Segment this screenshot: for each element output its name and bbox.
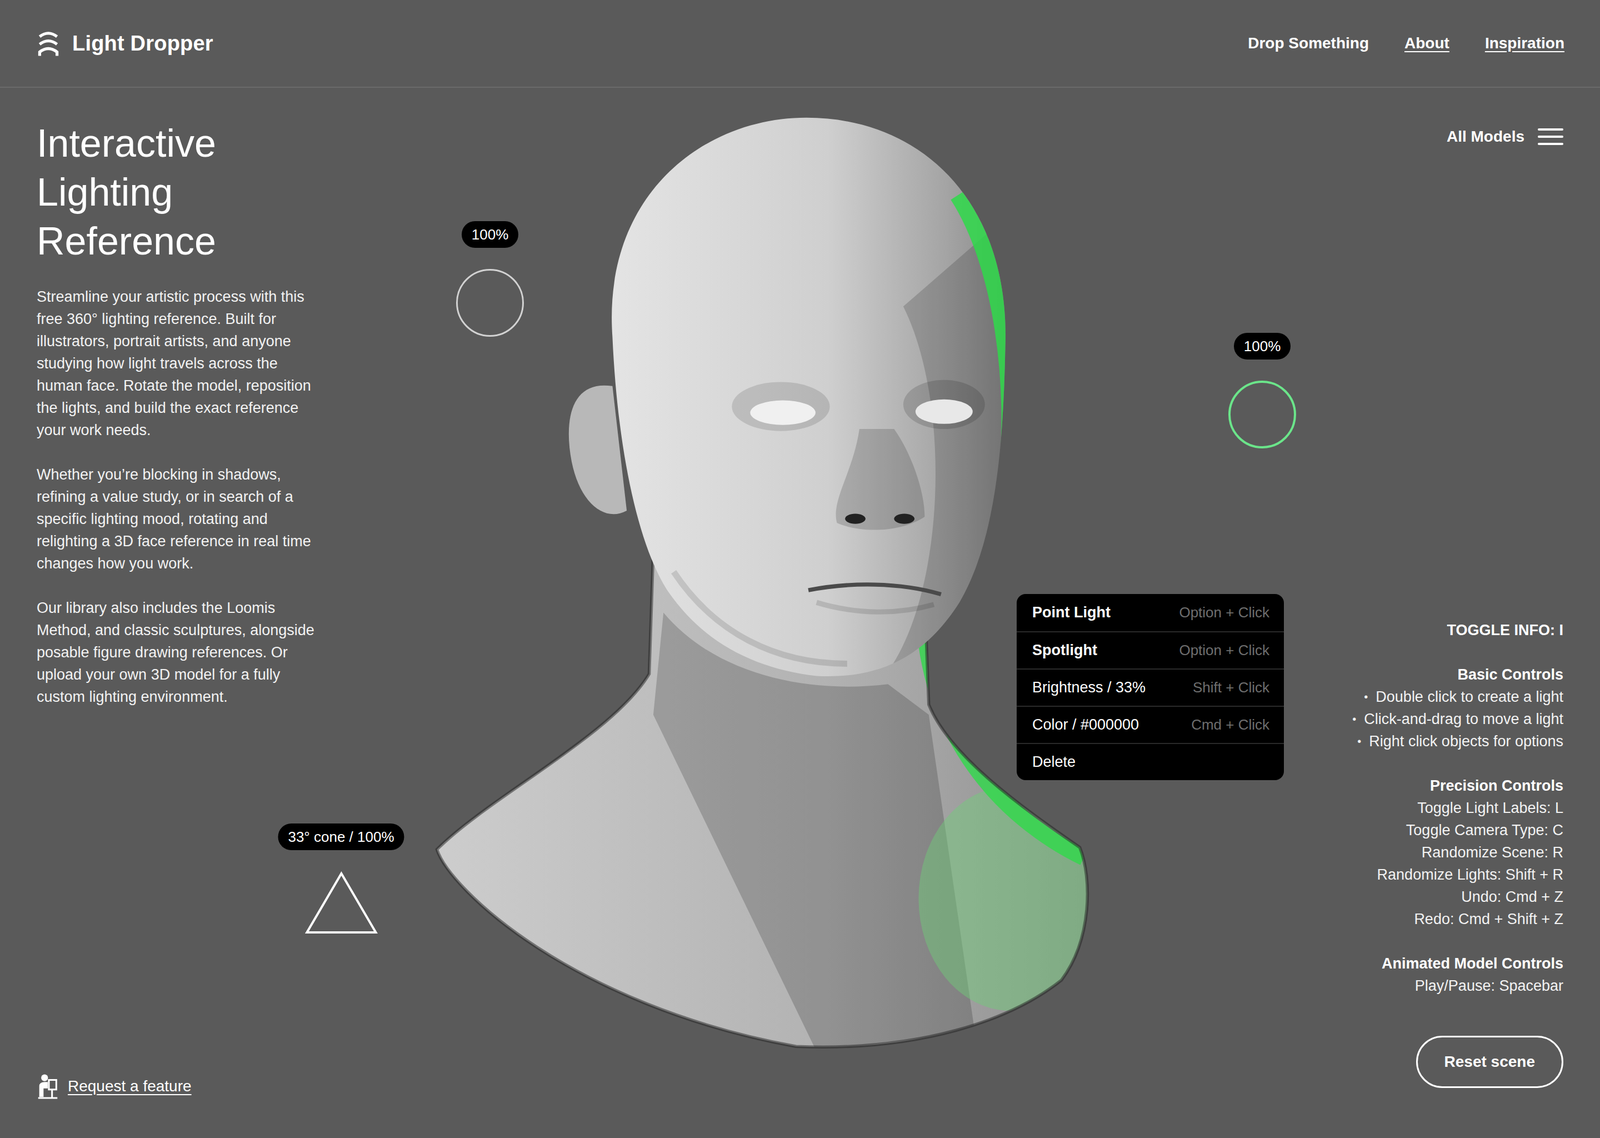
header: Light Dropper Drop Something About Inspirat… xyxy=(0,0,1600,88)
nav-link[interactable]: About xyxy=(1404,34,1450,53)
light-label: 100% xyxy=(461,221,519,248)
nav: Drop Something About Inspiration xyxy=(1247,34,1565,53)
menu-shortcut: Shift + Click xyxy=(1192,678,1270,697)
left-eye xyxy=(750,400,816,425)
info-item: Toggle Camera Type: C xyxy=(1406,818,1564,842)
menu-icon xyxy=(1537,128,1564,145)
head xyxy=(568,117,1021,684)
point-light[interactable]: 100% xyxy=(456,221,524,337)
artist-icon xyxy=(36,1073,59,1099)
stage: Interactive Lighting Reference Streamline… xyxy=(0,87,1600,1138)
all-models-button[interactable]: All Models xyxy=(1446,125,1564,148)
light-label: 100% xyxy=(1233,332,1292,360)
menu-item[interactable]: Delete xyxy=(1016,742,1284,780)
menu-item[interactable]: Brightness / 33%Shift + Click xyxy=(1016,668,1284,706)
info-item: •Right click objects for options xyxy=(1357,730,1564,753)
logo-icon xyxy=(36,28,60,58)
menu-shortcut: Option + Click xyxy=(1178,641,1270,659)
info-item: Randomize Scene: R xyxy=(1421,841,1564,864)
intro-paragraph: Whether you’re blocking in shadows, refi… xyxy=(36,463,320,575)
info-section-title: Basic Controls xyxy=(1457,663,1564,686)
brand-name: Light Dropper xyxy=(72,31,214,56)
info-item: Undo: Cmd + Z xyxy=(1461,885,1564,908)
info-item: •Double click to create a light xyxy=(1363,685,1564,708)
info-section: Basic Controls•Double click to create a … xyxy=(1352,663,1564,753)
controls-panel: TOGGLE INFO: I Basic Controls•Double clic… xyxy=(1352,618,1564,1088)
intro: Interactive Lighting Reference Streamline… xyxy=(36,118,345,730)
intro-paragraph: Our library also includes the Loomis Met… xyxy=(36,596,320,708)
nav-link[interactable]: Inspiration xyxy=(1485,34,1565,53)
info-item: Play/Pause: Spacebar xyxy=(1415,974,1564,997)
spotlight[interactable]: 33° cone / 100% xyxy=(277,823,404,935)
light-label: 33° cone / 100% xyxy=(277,823,404,850)
info-item: Randomize Lights: Shift + R xyxy=(1377,863,1564,886)
brand[interactable]: Light Dropper xyxy=(36,28,214,58)
point-light-icon[interactable] xyxy=(456,268,524,337)
mouth xyxy=(808,584,942,595)
intro-column: Interactive Lighting Reference Streamline… xyxy=(0,87,345,1138)
toggle-info: TOGGLE INFO: I xyxy=(1446,618,1564,642)
point-light[interactable]: 100% xyxy=(1228,332,1297,449)
page-title: Interactive Lighting Reference xyxy=(36,118,345,266)
info-section-title: Precision Controls xyxy=(1430,774,1564,797)
info-item: Redo: Cmd + Shift + Z xyxy=(1413,907,1564,930)
menu-item[interactable]: SpotlightOption + Click xyxy=(1016,631,1284,669)
info: TOGGLE INFO: I Basic Controls•Double clic… xyxy=(1352,618,1564,997)
spotlight-icon[interactable] xyxy=(304,871,378,935)
request-feature-link[interactable]: Request a feature xyxy=(36,1073,345,1099)
context-menu: Point LightOption + ClickSpotlightOption… xyxy=(1016,593,1284,780)
info-section-title: Animated Model Controls xyxy=(1381,952,1564,975)
point-light-icon[interactable] xyxy=(1228,380,1297,449)
app: Light Dropper Drop Something About Inspirat… xyxy=(0,0,1600,1138)
nose xyxy=(836,428,925,530)
info-column: All Models TOGGLE INFO: I Basic Controls•D… xyxy=(1277,87,1600,1138)
menu-shortcut: Cmd + Click xyxy=(1191,716,1270,734)
nav-link[interactable]: Drop Something xyxy=(1247,34,1369,53)
right-eye xyxy=(915,399,973,424)
info-item: Toggle Light Labels: L xyxy=(1417,796,1564,819)
info-section: Animated Model ControlsPlay/Pause: Space… xyxy=(1381,952,1564,997)
menu-shortcut: Option + Click xyxy=(1178,603,1270,622)
head-model[interactable] xyxy=(433,115,1090,1049)
menu-item[interactable]: Point LightOption + Click xyxy=(1016,593,1284,632)
reset-button[interactable]: Reset scene xyxy=(1416,1035,1564,1088)
info-section: Precision ControlsToggle Light Labels: L… xyxy=(1377,774,1564,930)
intro-paragraph: Streamline your artistic process with th… xyxy=(36,285,320,442)
info-item: •Click-and-drag to move a light xyxy=(1352,707,1564,730)
menu-item[interactable]: Color / #000000Cmd + Click xyxy=(1016,705,1284,743)
